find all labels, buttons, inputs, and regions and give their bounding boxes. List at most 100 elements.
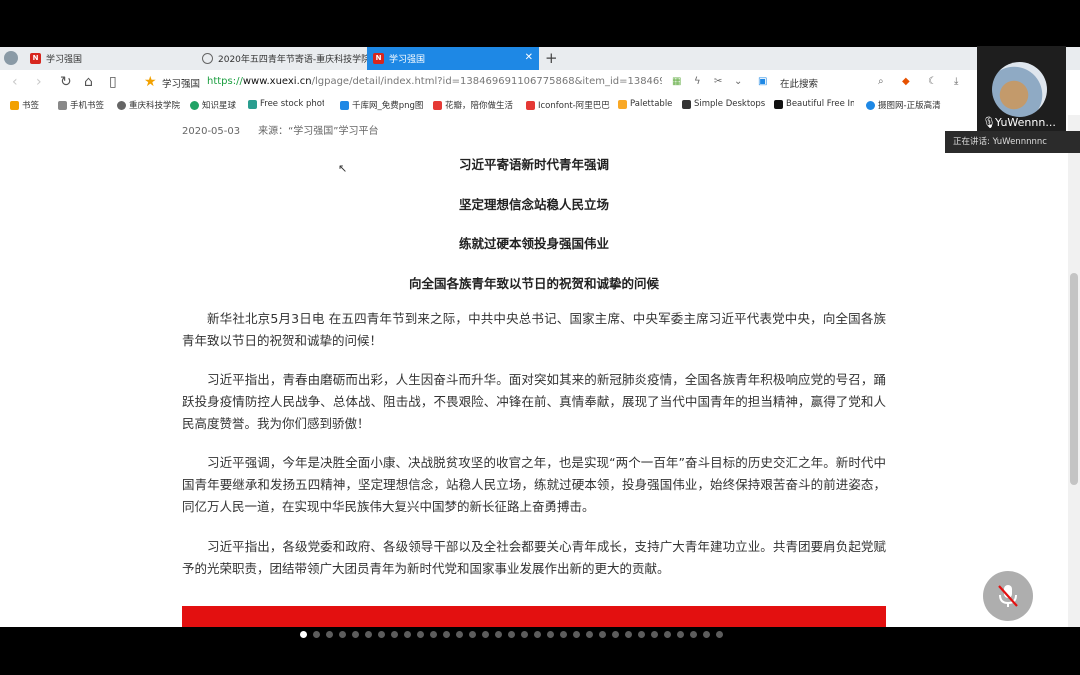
speaking-indicator: 正在讲话: YuWennnnnc <box>945 131 1080 153</box>
letterbox-top <box>0 0 1080 47</box>
reload-icon[interactable]: ↻ <box>60 74 72 90</box>
mobile-icon <box>58 100 67 110</box>
page-dot[interactable] <box>612 631 619 638</box>
page-dot[interactable] <box>716 631 723 638</box>
page-dot[interactable] <box>495 631 502 638</box>
bookmark-item[interactable]: 重庆科技学院 <box>117 99 180 111</box>
bookmark-item[interactable]: Beautiful Free Im <box>774 99 854 109</box>
download-icon[interactable]: ⤓ <box>954 76 958 87</box>
page-dot[interactable] <box>404 631 411 638</box>
page-dot[interactable] <box>469 631 476 638</box>
page-dot[interactable] <box>547 631 554 638</box>
page-dot[interactable] <box>521 631 528 638</box>
bookmark-label: 书签 <box>22 101 40 111</box>
bookmark-item[interactable]: 千库网_免费png图 <box>340 99 432 111</box>
page-dot[interactable] <box>417 631 424 638</box>
article-paragraph: 习近平指出，青春由磨砺而出彩，人生因奋斗而升华。面对突如其来的新冠肺炎疫情，全国… <box>182 372 886 431</box>
bookmark-label: Palettable <box>630 99 673 109</box>
screenshot-icon[interactable]: ✂ <box>714 76 722 87</box>
page-dot[interactable] <box>430 631 437 638</box>
bookmark-label: 摄图网-正版高清 <box>878 101 941 111</box>
page-dot[interactable] <box>482 631 489 638</box>
participant-avatar <box>992 62 1047 117</box>
globe-icon <box>202 53 213 64</box>
bookmark-item[interactable]: 手机书签 <box>58 99 104 111</box>
bookmark-item[interactable]: Free stock photo <box>248 99 324 109</box>
chevron-down-icon[interactable]: ⌄ <box>734 76 742 87</box>
tab-xuexi-active[interactable]: N 学习强国 ✕ <box>367 47 539 70</box>
bookmark-label: 花瓣，陪你做生活 <box>445 101 514 111</box>
page-dot[interactable] <box>573 631 580 638</box>
page-dot[interactable] <box>339 631 346 638</box>
search-engine-icon[interactable]: ▣ <box>758 76 767 87</box>
page-dot[interactable] <box>586 631 593 638</box>
page-dot[interactable] <box>326 631 333 638</box>
globe-icon <box>117 100 126 110</box>
bookmark-label: 知识星球 <box>202 101 237 111</box>
page-dot[interactable] <box>638 631 645 638</box>
page-dot[interactable] <box>703 631 710 638</box>
tab-cqust[interactable]: 2020年五四青年节寄语-重庆科技学院 <box>196 47 367 70</box>
bookmark-item[interactable]: 花瓣，陪你做生活 <box>433 99 517 111</box>
huaban-icon <box>433 100 442 110</box>
page-dot[interactable] <box>534 631 541 638</box>
page-dot[interactable] <box>378 631 385 638</box>
bookmark-star-icon[interactable]: ★ <box>144 74 157 90</box>
zsxq-icon <box>190 100 199 110</box>
page-dot[interactable] <box>690 631 697 638</box>
lightning-icon[interactable]: ϟ <box>694 76 701 87</box>
bookmark-item[interactable]: Simple Desktops <box>682 99 765 109</box>
bookmark-item[interactable]: Iconfont-阿里巴巴 <box>526 99 616 111</box>
back-icon[interactable]: ‹ <box>12 74 18 90</box>
microphone-muted-icon <box>998 585 1018 607</box>
bookmarks-bar: 书签 手机书签 重庆科技学院 知识星球 Free stock photo 千库网… <box>0 95 1080 116</box>
search-icon[interactable]: ⌕ <box>878 76 884 87</box>
page-dot[interactable] <box>599 631 606 638</box>
mute-toggle-button[interactable] <box>983 571 1033 621</box>
page-dot[interactable] <box>560 631 567 638</box>
tab-title: 学习强国 <box>46 55 83 65</box>
k-icon <box>340 100 349 110</box>
page-dot[interactable] <box>625 631 632 638</box>
page-dot[interactable] <box>313 631 320 638</box>
page-dot[interactable] <box>300 631 307 638</box>
browser-profile-avatar[interactable] <box>4 51 18 65</box>
bookmark-item[interactable]: Palettable <box>618 99 672 109</box>
article-heading: 习近平寄语新时代青年强调 <box>458 157 609 172</box>
page-dot[interactable] <box>391 631 398 638</box>
simple-desktops-icon <box>682 99 691 109</box>
article-date: 2020-05-03 <box>182 126 241 137</box>
page-dot[interactable] <box>456 631 463 638</box>
address-bar[interactable]: https://www.xuexi.cn/lgpage/detail/index… <box>207 76 662 87</box>
mouse-cursor-icon: ↖ <box>338 162 348 175</box>
star-icon <box>10 100 19 110</box>
page-dot[interactable] <box>664 631 671 638</box>
bookmark-item[interactable]: 摄图网-正版高清 <box>866 99 956 111</box>
bookmark-item[interactable]: 书签 <box>10 99 39 111</box>
new-tab-icon[interactable]: + <box>545 49 558 67</box>
page-dot[interactable] <box>508 631 515 638</box>
page-dot[interactable] <box>352 631 359 638</box>
forward-icon[interactable]: › <box>36 74 42 90</box>
game-icon[interactable]: ◆ <box>902 76 910 87</box>
article-heading: 坚定理想信念站稳人民立场 <box>458 197 609 212</box>
close-tab-icon[interactable]: ✕ <box>525 52 533 63</box>
page-dot[interactable] <box>677 631 684 638</box>
url-host: www.xuexi.cn <box>242 76 312 87</box>
bookmark-label: Free stock photo <box>260 99 324 109</box>
url-scheme: https:// <box>207 76 243 87</box>
bookmark-label: Beautiful Free Im <box>786 99 854 109</box>
unsplash-icon <box>774 99 783 109</box>
page-scrollbar[interactable] <box>1068 115 1080 627</box>
tab-xuexi-1[interactable]: N 学习强国 <box>24 47 196 70</box>
night-mode-icon[interactable]: ☾ <box>928 76 937 87</box>
scroll-thumb[interactable] <box>1070 273 1078 485</box>
page-dot[interactable] <box>651 631 658 638</box>
page-dot[interactable] <box>443 631 450 638</box>
home-icon[interactable]: ⌂ <box>84 74 93 90</box>
reader-extension-icon[interactable]: ▦ <box>672 76 681 87</box>
bookmark-item[interactable]: 知识星球 <box>190 99 236 111</box>
reading-mode-icon[interactable]: ▯ <box>109 74 117 90</box>
search-placeholder[interactable]: 在此搜索 <box>780 76 818 90</box>
page-dot[interactable] <box>365 631 372 638</box>
